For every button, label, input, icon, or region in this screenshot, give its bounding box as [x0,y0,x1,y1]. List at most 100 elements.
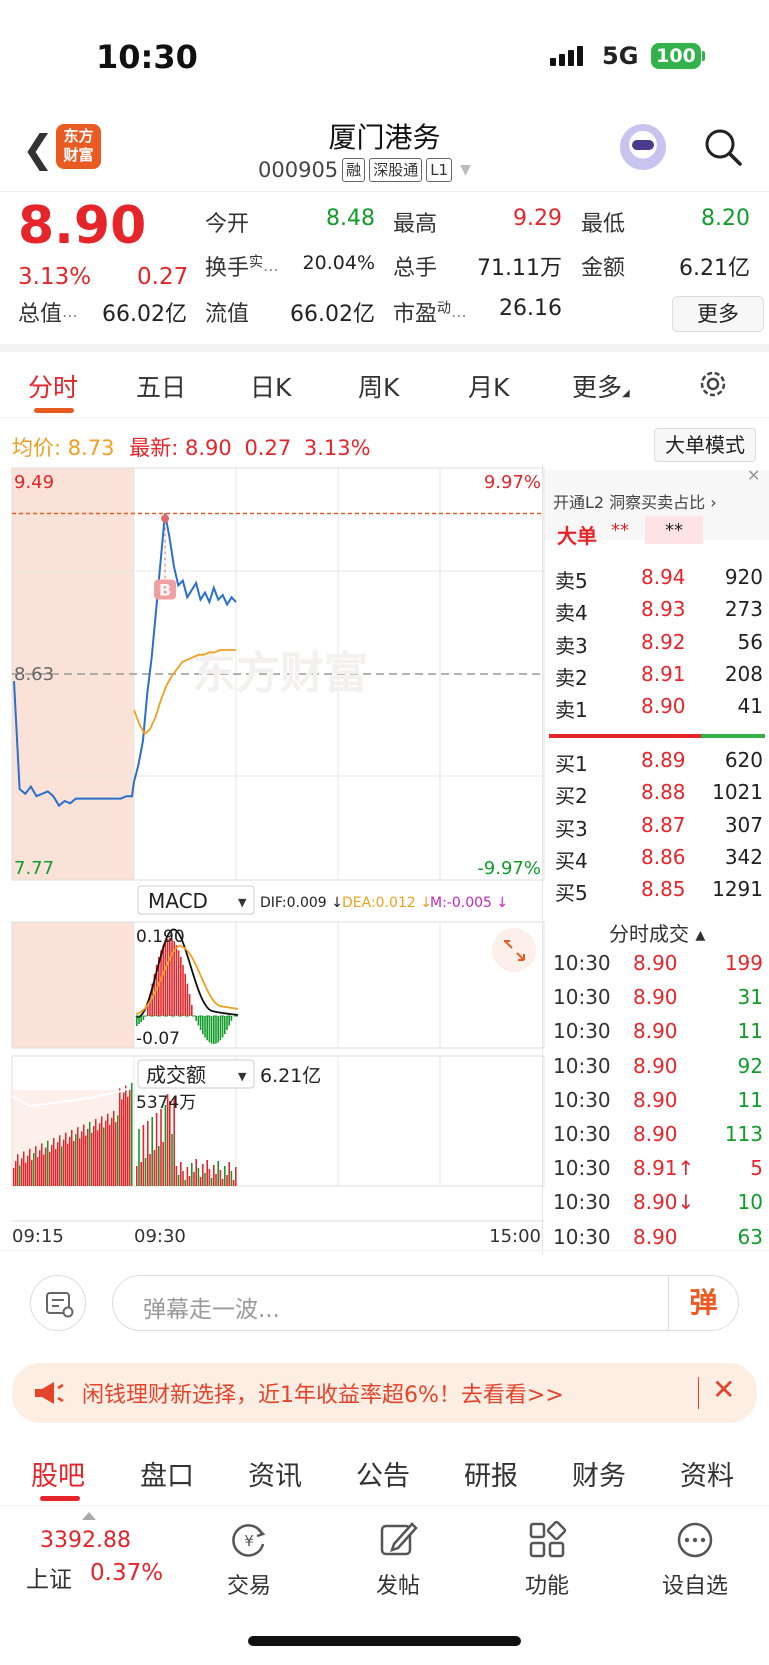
macd-bar [188,994,191,1016]
volume-bar [153,1150,156,1186]
volume-bar [208,1169,211,1186]
stat-label: 最高 [393,212,438,237]
volume-bar [31,1159,33,1186]
sell-row[interactable]: 卖1 8.90 41 [545,694,769,726]
gear-icon[interactable] [697,368,729,400]
more-button[interactable]: 更多 [672,296,764,332]
order-price: 8.94 [641,565,686,589]
l2-banner-text[interactable]: 开通L2 洞察买卖占比 › [553,489,717,513]
volume-bar [63,1139,65,1186]
search-icon[interactable] [704,128,742,166]
tab-announcement[interactable]: 公告 [356,1454,410,1493]
assistant-robot-icon[interactable] [620,124,666,170]
tab-weekly[interactable]: 周K [358,368,399,404]
macd-bar [186,983,189,1016]
promo-text: 闲钱理财新选择，近1年收益率超6%！去看看>> [82,1383,564,1408]
function-label[interactable]: 功能 [497,1568,597,1600]
volume-bar [136,1166,138,1186]
buy-row[interactable]: 买3 8.87 307 [545,813,769,845]
volume-bar [39,1150,41,1186]
sell-row[interactable]: 卖5 8.94 920 [545,565,769,597]
tab-profile[interactable]: 资料 [680,1454,734,1493]
volume-bar [113,1111,115,1186]
danmu-settings-icon[interactable] [30,1275,86,1331]
volume-bar [213,1165,215,1186]
volume-bar [215,1174,217,1186]
buy-row[interactable]: 买4 8.86 342 [545,845,769,877]
pct-bottom-label: -9.97% [477,858,541,879]
volume-bar [67,1143,69,1186]
volume-bar [65,1132,67,1186]
volume-bar [162,1142,164,1186]
order-volume: 920 [724,565,763,589]
close-icon[interactable]: ✕ [747,466,760,485]
post-icon[interactable] [378,1520,418,1560]
order-price: 8.86 [641,844,686,869]
sell-row[interactable]: 卖2 8.91 208 [545,662,769,694]
intraday-chart[interactable]: 东方财富 B 9.49 8.63 7.77 9.97% -9.97% MACD ▼ DIF:0.0… [0,466,545,1250]
close-icon[interactable]: ✕ [712,1373,735,1406]
index-value[interactable]: 3392.88 [40,1528,131,1553]
macd-bar [191,1004,193,1016]
tab-research[interactable]: 研报 [464,1454,518,1493]
volume-bar [119,1088,121,1186]
battery-cap [702,51,705,61]
tab-pankou[interactable]: 盘口 [140,1454,194,1493]
buy-row[interactable]: 买5 8.85 1291 [545,877,769,909]
volume-bar [43,1154,45,1186]
tab-monthly[interactable]: 月K [468,368,509,404]
buy-row[interactable]: 买2 8.88 1021 [545,780,769,812]
volume-bar [93,1126,95,1186]
order-volume: 307 [724,812,763,837]
tag-connect: 深股通 [369,158,423,182]
trades-title[interactable]: 分时成交 ▴ [609,918,705,947]
volume-bar [109,1124,111,1186]
macd-bar [217,1016,219,1043]
tab-daily[interactable]: 日K [250,368,291,404]
volume-bar [97,1130,99,1186]
volume-bar [217,1161,219,1186]
add-watchlist-icon[interactable] [675,1520,715,1560]
order-volume: 41 [737,694,763,719]
volume-bar [105,1120,107,1186]
tab-finance[interactable]: 财务 [572,1454,626,1493]
danmu-input[interactable]: 弹幕走一波... 弹 [112,1275,739,1331]
danmu-send-button[interactable]: 弹 [668,1276,738,1330]
danmu-bar: 弹幕走一波... 弹 [0,1250,769,1355]
sell-row[interactable]: 卖3 8.92 56 [545,630,769,662]
tab-5day[interactable]: 五日 [136,368,186,404]
tab-intraday[interactable]: 分时 [28,368,78,404]
buy-row[interactable]: 买1 8.89 620 [545,748,769,780]
volume-bar [53,1138,55,1186]
trade-time: 10:30 [553,1053,611,1078]
volume-bar [228,1162,230,1186]
trade-icon[interactable]: ¥ [229,1520,269,1560]
big-order-mode-button[interactable]: 大单模式 [654,428,756,462]
tab-news[interactable]: 资讯 [248,1454,302,1493]
add-watchlist-label[interactable]: 设自选 [645,1568,745,1600]
stat-label: 总手 [393,256,438,281]
volume-bar [164,1105,167,1186]
tab-guba[interactable]: 股吧 [31,1454,85,1493]
stat-value: 26.16 [499,296,562,321]
volume-bar [175,1166,178,1186]
trade-volume: 113 [724,1122,763,1146]
volume-bar [61,1146,63,1186]
sell-row[interactable]: 卖4 8.93 273 [545,597,769,629]
macd-bar [162,945,164,1016]
trade-price: 8.90 [633,951,678,975]
order-price: 8.87 [641,812,686,837]
chevron-down-icon: ▼ [238,896,247,909]
trade-price: 8.90 [633,985,678,1010]
function-icon[interactable] [527,1520,567,1560]
post-label[interactable]: 发帖 [348,1568,448,1600]
trade-label[interactable]: 交易 [199,1568,299,1600]
y-bottom-label: 7.77 [14,858,54,879]
promo-banner[interactable]: 闲钱理财新选择，近1年收益率超6%！去看看>> ✕ [12,1363,757,1423]
tab-underline [34,408,74,413]
stock-code-row[interactable]: 000905 融 深股通 L1 ▼ [258,158,471,182]
trade-time: 10:30 [553,1019,611,1044]
volume-bar [151,1117,153,1186]
order-price: 8.92 [641,629,686,654]
tab-more[interactable]: 更多◢ [572,368,630,404]
